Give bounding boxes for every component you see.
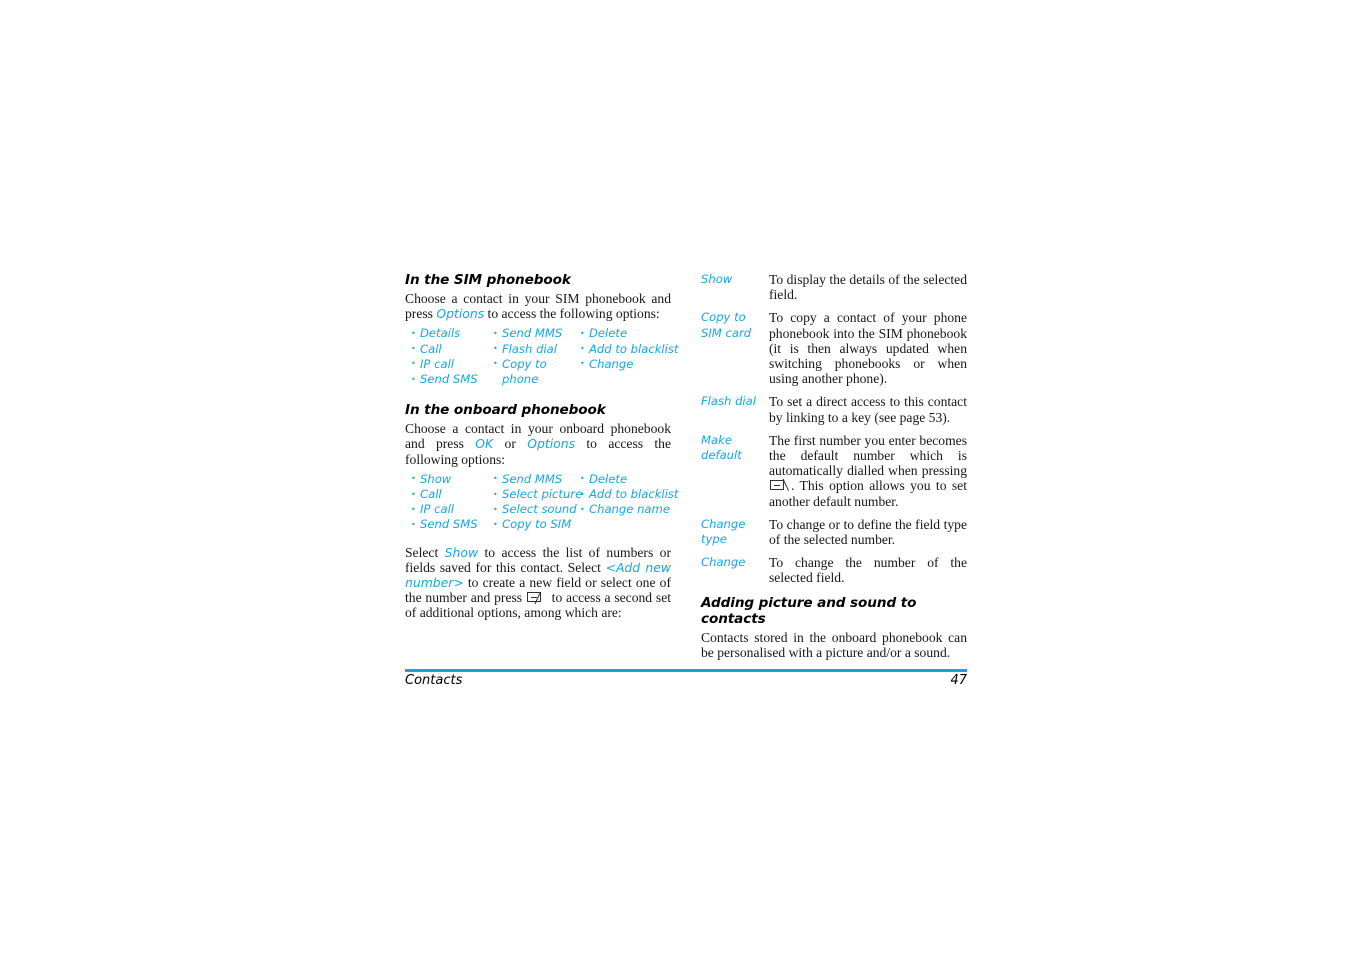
paragraph-picture-sound: Contacts stored in the onboard phonebook…: [701, 629, 967, 660]
option-definition-list: Show To display the details of the selec…: [701, 272, 967, 586]
definition-term: Flash dial: [701, 394, 756, 409]
paragraph-select-show: Select Show to access the list of number…: [405, 545, 671, 621]
footer-divider: [405, 669, 967, 672]
list-item: Send SMS: [411, 517, 493, 532]
list-item: IP call: [411, 356, 493, 372]
hangup-key-icon: [770, 479, 790, 492]
page-content: In the SIM phonebook Choose a contact in…: [405, 272, 967, 660]
list-item: Call: [411, 341, 493, 357]
list-item: Details: [411, 326, 493, 341]
footer-title: Contacts: [405, 673, 463, 688]
onboard-options-column-2: Send MMS Select picture Select sound Cop…: [493, 471, 582, 533]
call-key-icon: [526, 592, 547, 605]
list-item: Show: [411, 471, 493, 487]
page-number: 47: [950, 673, 967, 688]
sim-options-grid: Details Call IP call Send SMS Send MMS F…: [405, 326, 678, 387]
onboard-options-column-1: Show Call IP call Send SMS: [411, 471, 493, 533]
list-item: Add to blacklist: [580, 487, 678, 502]
paragraph-sim-intro: Choose a contact in your SIM phonebook a…: [405, 291, 671, 321]
list-item: Flash dial: [493, 341, 580, 357]
definition-term: Change type: [701, 516, 746, 547]
heading-onboard-phonebook: In the onboard phonebook: [405, 402, 606, 419]
definition-term: Show: [701, 272, 733, 286]
list-item-continuation: phone: [502, 372, 539, 387]
keyword-ok: OK: [475, 436, 494, 452]
list-item: Call: [411, 487, 493, 502]
list-item: Copy to SIM: [493, 517, 580, 532]
definition-description: To change the number of the selected fie…: [769, 555, 967, 586]
onboard-intro-mid: or: [493, 436, 528, 452]
definition-text-2: . This option allows you to set another …: [769, 478, 967, 509]
list-item: Delete: [580, 471, 670, 487]
definition-row: Change type To change or to define the f…: [701, 517, 967, 547]
list-item: Add to blacklist: [580, 341, 678, 357]
definition-term: Copy to SIM card: [701, 310, 752, 340]
list-item: Change: [580, 356, 670, 372]
paragraph-onboard-intro: Choose a contact in your onboard phonebo…: [405, 421, 671, 467]
keyword-options: Options: [436, 306, 485, 322]
list-item: Select sound: [493, 502, 580, 517]
keyword-show: Show: [444, 544, 479, 560]
definition-description: To copy a contact of your phone phoneboo…: [769, 310, 967, 387]
definition-row: Flash dial To set a direct access to thi…: [701, 394, 967, 424]
definition-row: Make default The first number you enter …: [701, 433, 967, 509]
list-item: Send MMS: [493, 471, 580, 487]
heading-adding-picture-sound: Adding picture and sound to contacts: [701, 594, 917, 627]
sim-options-column-2: Send MMS Flash dial Copy to phone: [493, 326, 580, 387]
definition-row: Copy to SIM card To copy a contact of yo…: [701, 310, 967, 386]
page-footer: Contacts 47: [405, 673, 967, 693]
sim-options-column-1: Details Call IP call Send SMS: [411, 326, 493, 387]
right-text-column: Show To display the details of the selec…: [701, 272, 967, 660]
list-item: Send SMS: [411, 372, 493, 387]
document-page: In the SIM phonebook Choose a contact in…: [0, 0, 1351, 954]
sim-options-column-3: Delete Add to blacklist Change: [580, 326, 678, 387]
list-item: Change name: [580, 502, 670, 517]
list-item: Copy to: [493, 356, 580, 372]
onboard-options-grid: Show Call IP call Send SMS Send MMS Sele…: [405, 471, 678, 533]
keyword-options: Options: [527, 436, 576, 452]
definition-term: Change: [701, 555, 746, 570]
definition-row: Change To change the number of the selec…: [701, 555, 967, 585]
definition-description: The first number you enter becomes the d…: [769, 433, 967, 509]
list-item: Send MMS: [493, 326, 580, 341]
definition-row: Show To display the details of the selec…: [701, 272, 967, 302]
left-text-column: In the SIM phonebook Choose a contact in…: [405, 272, 678, 621]
sim-intro-text-2: to access the following options:: [484, 306, 660, 322]
closing-text-1: Select: [405, 544, 445, 560]
list-item: Delete: [580, 326, 670, 341]
definition-text-1: The first number you enter becomes the d…: [769, 432, 967, 479]
definition-description: To set a direct access to this contact b…: [769, 394, 967, 425]
heading-sim-phonebook: In the SIM phonebook: [405, 272, 571, 288]
list-item: Select picture: [493, 487, 582, 502]
definition-term: Make default: [701, 432, 742, 463]
onboard-options-column-3: Delete Add to blacklist Change name: [580, 471, 678, 533]
list-item: IP call: [411, 502, 493, 517]
definition-description: To change or to define the field type of…: [769, 516, 967, 548]
definition-description: To display the details of the selected f…: [769, 272, 967, 303]
